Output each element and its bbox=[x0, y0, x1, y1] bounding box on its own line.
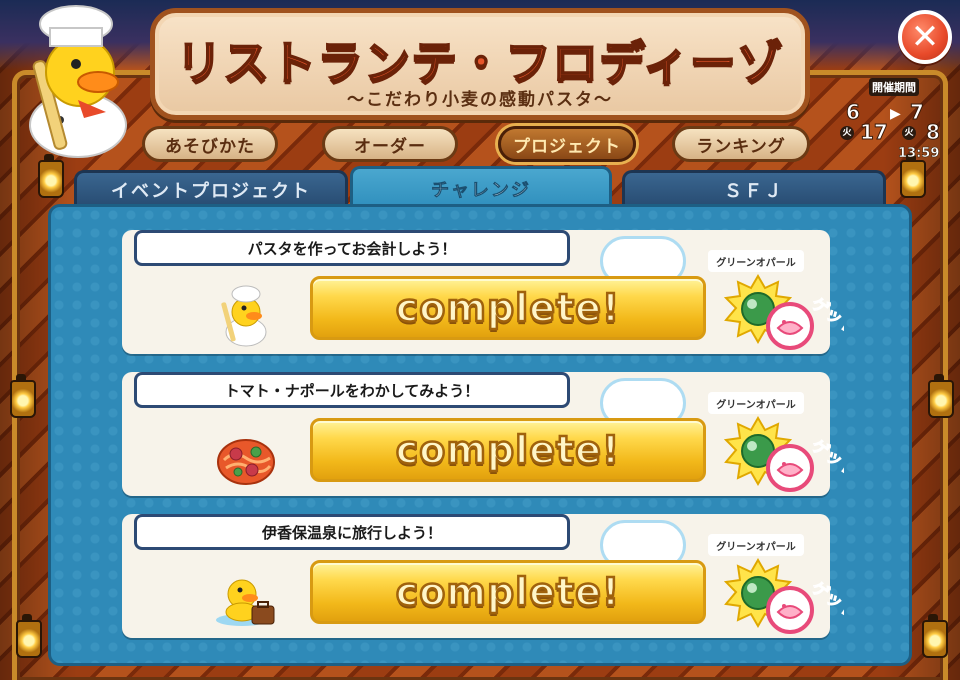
end-time: 13:59 bbox=[898, 146, 940, 162]
start-month: 6 bbox=[846, 100, 861, 125]
chef-duck-icon bbox=[221, 285, 267, 347]
period-label: 開催期間 bbox=[869, 78, 919, 96]
end-month: 7 bbox=[910, 100, 925, 125]
mission-text: トマト・ナポールをわかしてみよう！ bbox=[134, 372, 570, 408]
period-dates: 6 火 17 ▶ 7 火 8 bbox=[838, 96, 950, 145]
tab-label: ランキング bbox=[696, 136, 786, 157]
event-period: 開催期間 6 火 17 ▶ 7 火 8 13:59 bbox=[838, 76, 950, 166]
lantern-icon bbox=[16, 614, 42, 658]
tab-order[interactable]: オーダー bbox=[322, 126, 458, 162]
end-day: 8 bbox=[926, 120, 941, 145]
tab-label: あそびかた bbox=[165, 136, 255, 157]
lantern-icon bbox=[38, 154, 64, 198]
complete-button[interactable]: complete! bbox=[310, 560, 706, 624]
lantern-icon bbox=[922, 614, 948, 658]
mission-text: パスタを作ってお会計しよう！ bbox=[134, 230, 570, 266]
pasta-plate-icon bbox=[217, 439, 275, 485]
lantern-icon bbox=[928, 374, 954, 418]
reward-get-badge: ゲット！ bbox=[723, 558, 844, 634]
event-title: リストランテ・フロディーゾ bbox=[175, 35, 784, 91]
travel-duck-icon bbox=[216, 579, 275, 626]
lantern-icon bbox=[10, 374, 36, 418]
close-button[interactable]: ✕ bbox=[898, 10, 952, 64]
mission-text: 伊香保温泉に旅行しよう！ bbox=[134, 514, 570, 550]
complete-label: complete! bbox=[395, 285, 621, 332]
tab-how-to-play[interactable]: あそびかた bbox=[142, 126, 278, 162]
close-icon: ✕ bbox=[910, 17, 940, 57]
reward-get-badge: ゲット！ bbox=[723, 416, 844, 492]
tab-label: オーダー bbox=[354, 136, 426, 157]
tab-project[interactable]: プロジェクト bbox=[498, 126, 636, 162]
tab-ranking[interactable]: ランキング bbox=[672, 126, 810, 162]
challenge-card: パスタを作ってお会計しよう！ complete! グリーンオパール ゲット！ bbox=[122, 230, 844, 354]
complete-label: complete! bbox=[395, 427, 621, 474]
subtab-sfj[interactable]: ＳＦＪ bbox=[622, 170, 886, 206]
complete-label: complete! bbox=[395, 569, 621, 616]
tab-label: プロジェクト bbox=[513, 136, 621, 157]
start-day: 17 bbox=[860, 120, 889, 145]
subtab-label: ＳＦＪ bbox=[724, 180, 784, 202]
subtab-label: イベントプロジェクト bbox=[111, 180, 311, 202]
subtab-challenge[interactable]: チャレンジ bbox=[350, 166, 612, 208]
end-weekday: 火 bbox=[902, 126, 916, 140]
subtab-label: チャレンジ bbox=[431, 179, 531, 201]
start-weekday: 火 bbox=[840, 126, 854, 140]
challenge-card: トマト・ナポールをわかしてみよう！ complete! グリーンオパール ゲット… bbox=[122, 372, 844, 496]
complete-button[interactable]: complete! bbox=[310, 418, 706, 482]
subtab-event-project[interactable]: イベントプロジェクト bbox=[74, 170, 348, 206]
arrow-right-icon: ▶ bbox=[890, 106, 901, 122]
chef-duck-mascot bbox=[29, 5, 127, 158]
reward-get-badge: ゲット！ bbox=[723, 274, 844, 350]
event-subtitle: 〜こだわり小麦の感動パスタ〜 bbox=[347, 90, 613, 110]
event-title-banner: リストランテ・フロディーゾ 〜こだわり小麦の感動パスタ〜 bbox=[150, 8, 810, 120]
complete-button[interactable]: complete! bbox=[310, 276, 706, 340]
challenge-card: 伊香保温泉に旅行しよう！ complete! グリーンオパール ゲット！ bbox=[122, 514, 844, 638]
